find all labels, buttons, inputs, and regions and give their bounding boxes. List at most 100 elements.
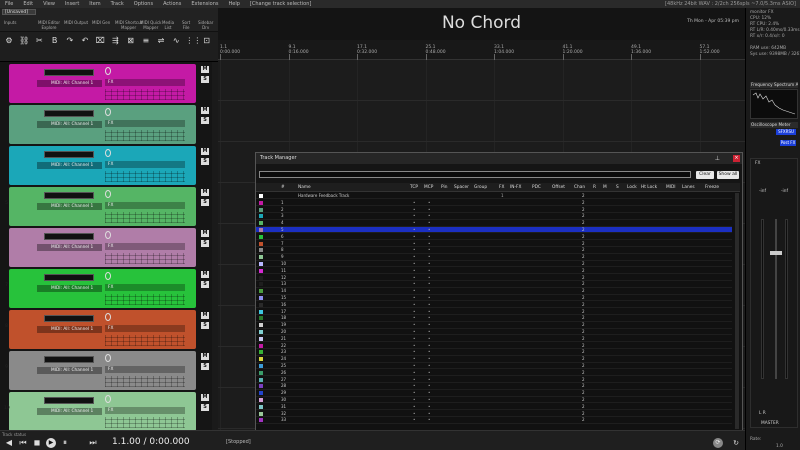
mute-button[interactable]: M bbox=[201, 394, 209, 401]
undo-icon[interactable]: ↶ bbox=[79, 36, 91, 46]
visibility-dot[interactable]: • bbox=[413, 200, 415, 206]
visibility-dot[interactable]: • bbox=[428, 397, 430, 403]
route-icon[interactable]: ⊠ bbox=[125, 36, 137, 46]
table-row[interactable]: 4 • • 2 bbox=[256, 220, 732, 227]
visibility-dot[interactable]: • bbox=[413, 227, 415, 233]
menu-item[interactable]: Help bbox=[223, 1, 244, 7]
track-row[interactable]: MIDI: All: Channel 1 FX M S bbox=[4, 228, 212, 267]
menu-item[interactable]: Actions bbox=[158, 1, 186, 7]
mute-button[interactable]: M bbox=[201, 312, 209, 319]
visibility-dot[interactable]: • bbox=[428, 404, 430, 410]
gear-icon[interactable]: ⚙ bbox=[3, 36, 15, 46]
visibility-dot[interactable]: • bbox=[428, 302, 430, 308]
link-icon[interactable]: ⛓ bbox=[18, 36, 30, 46]
visibility-dot[interactable]: • bbox=[413, 220, 415, 226]
table-row[interactable]: 11 • • 2 bbox=[256, 268, 732, 275]
track-body[interactable]: MIDI: All: Channel 1 FX bbox=[9, 310, 196, 349]
rewind-icon[interactable]: ⏮ bbox=[18, 438, 28, 448]
redo-icon[interactable]: ↷ bbox=[64, 36, 76, 46]
track-input-channel[interactable]: MIDI: All: Channel 1 bbox=[37, 367, 102, 374]
volume-knob[interactable] bbox=[105, 354, 111, 362]
visibility-dot[interactable]: • bbox=[413, 417, 415, 423]
fx-slot[interactable]: FX bbox=[105, 79, 185, 86]
menu-item[interactable]: Extensions bbox=[186, 1, 223, 7]
fx-slot[interactable]: FX bbox=[105, 202, 185, 209]
track-input-channel[interactable]: MIDI: All: Channel 1 bbox=[37, 203, 102, 210]
visibility-dot[interactable]: • bbox=[413, 315, 415, 321]
column-header[interactable]: M bbox=[603, 185, 607, 190]
visibility-dot[interactable]: • bbox=[413, 322, 415, 328]
track-body[interactable]: MIDI: All: Channel 1 FX bbox=[9, 351, 196, 390]
track-body[interactable]: MIDI: All: Channel 1 FX bbox=[9, 187, 196, 226]
visibility-dot[interactable]: • bbox=[428, 254, 430, 260]
visibility-dot[interactable]: • bbox=[428, 336, 430, 342]
waves-icon[interactable]: ∿ bbox=[170, 36, 182, 46]
visibility-dot[interactable]: • bbox=[428, 370, 430, 376]
track-body[interactable]: MIDI: All: Channel 1 FX bbox=[9, 392, 196, 430]
track-body[interactable]: MIDI: All: Channel 1 FX bbox=[9, 269, 196, 308]
fx-slot[interactable]: FX bbox=[105, 284, 185, 291]
visibility-dot[interactable]: • bbox=[413, 349, 415, 355]
visibility-dot[interactable]: • bbox=[413, 343, 415, 349]
visibility-dot[interactable]: • bbox=[428, 281, 430, 287]
stop-icon[interactable]: ◼ bbox=[32, 438, 42, 448]
table-row[interactable]: Hardware Feedback Track 1 2 bbox=[256, 193, 732, 200]
play-button[interactable]: ▶ bbox=[46, 438, 56, 448]
menu-item[interactable]: View bbox=[38, 1, 60, 7]
column-header[interactable]: Name bbox=[298, 185, 311, 190]
visibility-dot[interactable]: • bbox=[413, 268, 415, 274]
column-header[interactable]: MIDI bbox=[666, 185, 676, 190]
solo-button[interactable]: S bbox=[201, 240, 209, 247]
mute-button[interactable]: M bbox=[201, 189, 209, 196]
mixer-icon[interactable]: ≡ bbox=[140, 36, 152, 46]
column-header[interactable]: IN-FX bbox=[510, 185, 521, 190]
table-row[interactable]: 13 • • 2 bbox=[256, 281, 732, 288]
table-row[interactable]: 21 • • 2 bbox=[256, 336, 732, 343]
visibility-dot[interactable]: • bbox=[428, 227, 430, 233]
solo-button[interactable]: S bbox=[201, 117, 209, 124]
track-row[interactable]: MIDI: All: Channel 1 FX 9 M S bbox=[4, 351, 212, 390]
table-row[interactable]: 1 • • 2 bbox=[256, 200, 732, 207]
track-name-field[interactable] bbox=[44, 315, 94, 322]
toolbar-action-label[interactable]: MIDI Gen bbox=[92, 20, 110, 25]
menu-item[interactable]: Options bbox=[129, 1, 158, 7]
column-header[interactable]: S bbox=[616, 185, 619, 190]
table-row[interactable]: 26 • • 2 bbox=[256, 370, 732, 377]
column-header[interactable]: Lock bbox=[627, 185, 637, 190]
track-input-channel[interactable]: MIDI: All: Channel 1 bbox=[37, 121, 102, 128]
table-row[interactable]: 2 • • 2 bbox=[256, 207, 732, 213]
visibility-dot[interactable]: • bbox=[413, 241, 415, 247]
track-row[interactable]: MIDI: All: Channel 1 FX 5 M S bbox=[4, 187, 212, 226]
visibility-dot[interactable]: • bbox=[413, 370, 415, 376]
table-row[interactable]: 14 • • 2 bbox=[256, 288, 732, 295]
column-header[interactable]: PDC bbox=[532, 185, 541, 190]
table-row[interactable]: 23 • • 2 bbox=[256, 349, 732, 356]
project-tab[interactable]: [Unsaved] bbox=[2, 9, 36, 15]
visibility-dot[interactable]: • bbox=[413, 356, 415, 362]
mute-button[interactable]: M bbox=[201, 230, 209, 237]
track-body[interactable]: MIDI: All: Channel 1 FX bbox=[9, 146, 196, 185]
visibility-dot[interactable]: • bbox=[428, 220, 430, 226]
track-name-field[interactable] bbox=[44, 69, 94, 76]
visibility-dot[interactable]: • bbox=[428, 322, 430, 328]
table-row[interactable]: 10 • • 2 bbox=[256, 261, 732, 268]
table-row[interactable]: 7 • • 2 bbox=[256, 241, 732, 247]
close-button[interactable]: × bbox=[733, 155, 740, 162]
toolbar-action-label[interactable]: MIDI Shortcut Mapper bbox=[115, 20, 142, 30]
visibility-dot[interactable]: • bbox=[413, 302, 415, 308]
track-row[interactable]: MIDI: All: Channel 1 FX 7 M S bbox=[4, 269, 212, 308]
track-filter-input[interactable] bbox=[259, 171, 691, 178]
menu-item[interactable]: Edit bbox=[18, 1, 38, 7]
column-header[interactable]: Ht Lock bbox=[641, 185, 657, 190]
master-fader-track[interactable] bbox=[775, 219, 777, 379]
table-row[interactable]: 27 • • 2 bbox=[256, 377, 732, 383]
visibility-dot[interactable]: • bbox=[413, 397, 415, 403]
visibility-dot[interactable]: • bbox=[413, 234, 415, 240]
table-row[interactable]: 15 • • 2 bbox=[256, 295, 732, 302]
forward-icon[interactable]: ⏭ bbox=[88, 438, 98, 448]
fx-slot[interactable]: FX bbox=[105, 366, 185, 373]
visibility-dot[interactable]: • bbox=[413, 288, 415, 294]
visibility-dot[interactable]: • bbox=[428, 377, 430, 383]
solo-button[interactable]: S bbox=[201, 158, 209, 165]
toolbar-action-label[interactable]: MIDI Output bbox=[64, 20, 88, 25]
